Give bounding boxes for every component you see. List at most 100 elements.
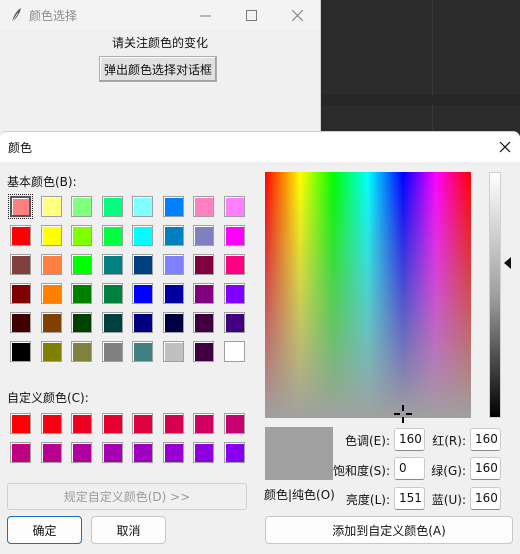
custom-color-swatch[interactable] bbox=[162, 442, 184, 463]
custom-color-swatch[interactable] bbox=[10, 442, 31, 463]
basic-color-swatch[interactable] bbox=[10, 254, 31, 275]
basic-color-swatch[interactable] bbox=[40, 225, 62, 246]
basic-color-swatch[interactable] bbox=[132, 254, 153, 275]
basic-colors-label: 基本颜色(B): bbox=[7, 175, 77, 189]
open-color-dialog-button[interactable]: 弹出颜色选择对话框 bbox=[99, 56, 217, 82]
ok-button[interactable]: 确定 bbox=[7, 516, 82, 544]
basic-color-swatch[interactable] bbox=[71, 283, 92, 304]
custom-color-swatch[interactable] bbox=[40, 413, 62, 434]
basic-color-swatch[interactable] bbox=[162, 312, 184, 333]
add-to-custom-colors-button[interactable]: 添加到自定义颜色(A) bbox=[265, 516, 513, 544]
basic-color-swatch[interactable] bbox=[101, 312, 123, 333]
saturation-label: 饱和度(S): bbox=[332, 464, 390, 478]
basic-color-swatch[interactable] bbox=[71, 312, 92, 333]
dialog-title: 颜色 bbox=[8, 141, 33, 155]
green-label: 绿(G): bbox=[431, 464, 466, 478]
custom-color-swatch[interactable] bbox=[162, 413, 184, 434]
cancel-button[interactable]: 取消 bbox=[91, 516, 166, 544]
basic-color-swatch[interactable] bbox=[132, 225, 153, 246]
basic-color-swatch[interactable] bbox=[101, 254, 123, 275]
basic-color-swatch[interactable] bbox=[193, 254, 214, 275]
basic-color-swatch[interactable] bbox=[193, 196, 214, 217]
luminance-arrow-icon[interactable] bbox=[504, 257, 511, 269]
basic-color-swatch[interactable] bbox=[40, 254, 62, 275]
basic-color-swatch[interactable] bbox=[223, 341, 245, 362]
green-input[interactable]: 160 bbox=[470, 457, 501, 480]
custom-color-swatch[interactable] bbox=[101, 442, 123, 463]
custom-color-swatch[interactable] bbox=[193, 413, 214, 434]
red-label: 红(R): bbox=[432, 434, 466, 448]
basic-color-swatch[interactable] bbox=[40, 341, 62, 362]
luminance-input[interactable]: 151 bbox=[394, 487, 425, 510]
minimize-icon bbox=[199, 15, 211, 16]
basic-color-swatch[interactable] bbox=[8, 194, 33, 219]
basic-color-swatch[interactable] bbox=[132, 341, 153, 362]
spectrum-crosshair-icon[interactable] bbox=[393, 404, 413, 424]
dialog-titlebar: 颜色 bbox=[0, 132, 520, 162]
basic-color-swatch[interactable] bbox=[101, 283, 123, 304]
custom-color-swatch[interactable] bbox=[10, 413, 31, 434]
color-dialog: 颜色 基本颜色(B): 自定义颜色(C): 规定自定义颜色(D) >> 确定 取… bbox=[0, 131, 520, 554]
dialog-close-button[interactable] bbox=[490, 132, 520, 162]
custom-color-swatch[interactable] bbox=[132, 413, 153, 434]
basic-color-swatch[interactable] bbox=[10, 341, 31, 362]
basic-color-swatch[interactable] bbox=[101, 341, 123, 362]
basic-color-swatch[interactable] bbox=[223, 312, 245, 333]
close-icon bbox=[499, 141, 511, 153]
basic-color-swatch[interactable] bbox=[40, 196, 62, 217]
saturation-input[interactable]: 0 bbox=[394, 457, 425, 480]
background-band bbox=[320, 95, 520, 105]
basic-color-swatch[interactable] bbox=[193, 225, 214, 246]
close-icon bbox=[291, 9, 303, 21]
app-hint-label: 请关注颜色的变化 bbox=[111, 36, 208, 50]
basic-color-swatch[interactable] bbox=[40, 283, 62, 304]
basic-color-swatch[interactable] bbox=[132, 312, 153, 333]
close-app-button[interactable] bbox=[274, 0, 320, 30]
maximize-button[interactable] bbox=[228, 0, 274, 30]
custom-color-swatch[interactable] bbox=[132, 442, 153, 463]
basic-color-swatch[interactable] bbox=[71, 254, 92, 275]
basic-color-swatch[interactable] bbox=[71, 196, 92, 217]
hue-input[interactable]: 160 bbox=[394, 428, 425, 451]
custom-color-swatch[interactable] bbox=[101, 413, 123, 434]
minimize-button[interactable] bbox=[182, 0, 228, 30]
basic-color-swatch[interactable] bbox=[132, 196, 153, 217]
basic-color-swatch[interactable] bbox=[193, 283, 214, 304]
main-app-window: 颜色选择 请关注颜色的变化 弹出颜色选择对话框 bbox=[0, 0, 321, 140]
basic-color-swatch[interactable] bbox=[162, 196, 184, 217]
red-input[interactable]: 160 bbox=[470, 428, 501, 451]
basic-color-swatch[interactable] bbox=[162, 254, 184, 275]
basic-color-swatch[interactable] bbox=[101, 225, 123, 246]
basic-color-swatch[interactable] bbox=[10, 225, 31, 246]
blue-input[interactable]: 160 bbox=[470, 487, 501, 510]
basic-color-swatch[interactable] bbox=[40, 312, 62, 333]
custom-color-swatch[interactable] bbox=[71, 413, 92, 434]
basic-color-swatch[interactable] bbox=[193, 312, 214, 333]
basic-color-swatch[interactable] bbox=[101, 196, 123, 217]
custom-color-swatch[interactable] bbox=[223, 413, 245, 434]
basic-color-swatch[interactable] bbox=[71, 225, 92, 246]
color-spectrum[interactable] bbox=[265, 172, 471, 418]
basic-color-swatch[interactable] bbox=[223, 283, 245, 304]
custom-color-swatch[interactable] bbox=[71, 442, 92, 463]
maximize-icon bbox=[245, 9, 257, 21]
custom-color-swatch[interactable] bbox=[193, 442, 214, 463]
custom-color-swatch[interactable] bbox=[40, 442, 62, 463]
color-solid-label[interactable]: 颜色|纯色(O) bbox=[264, 486, 335, 503]
basic-color-swatch[interactable] bbox=[162, 341, 184, 362]
background-divider bbox=[432, 0, 433, 130]
custom-color-swatch[interactable] bbox=[223, 442, 245, 463]
basic-color-swatch[interactable] bbox=[10, 312, 31, 333]
basic-color-swatch[interactable] bbox=[132, 283, 153, 304]
define-custom-colors-button[interactable]: 规定自定义颜色(D) >> bbox=[7, 483, 247, 510]
basic-color-swatch[interactable] bbox=[162, 283, 184, 304]
basic-color-swatch[interactable] bbox=[223, 196, 245, 217]
basic-color-swatch[interactable] bbox=[71, 341, 92, 362]
basic-color-swatch[interactable] bbox=[10, 283, 31, 304]
basic-color-swatch[interactable] bbox=[223, 225, 245, 246]
basic-color-swatch[interactable] bbox=[223, 254, 245, 275]
basic-color-swatch[interactable] bbox=[162, 225, 184, 246]
blue-label: 蓝(U): bbox=[431, 493, 466, 507]
luminance-slider[interactable] bbox=[489, 172, 501, 418]
basic-color-swatch[interactable] bbox=[193, 341, 214, 362]
